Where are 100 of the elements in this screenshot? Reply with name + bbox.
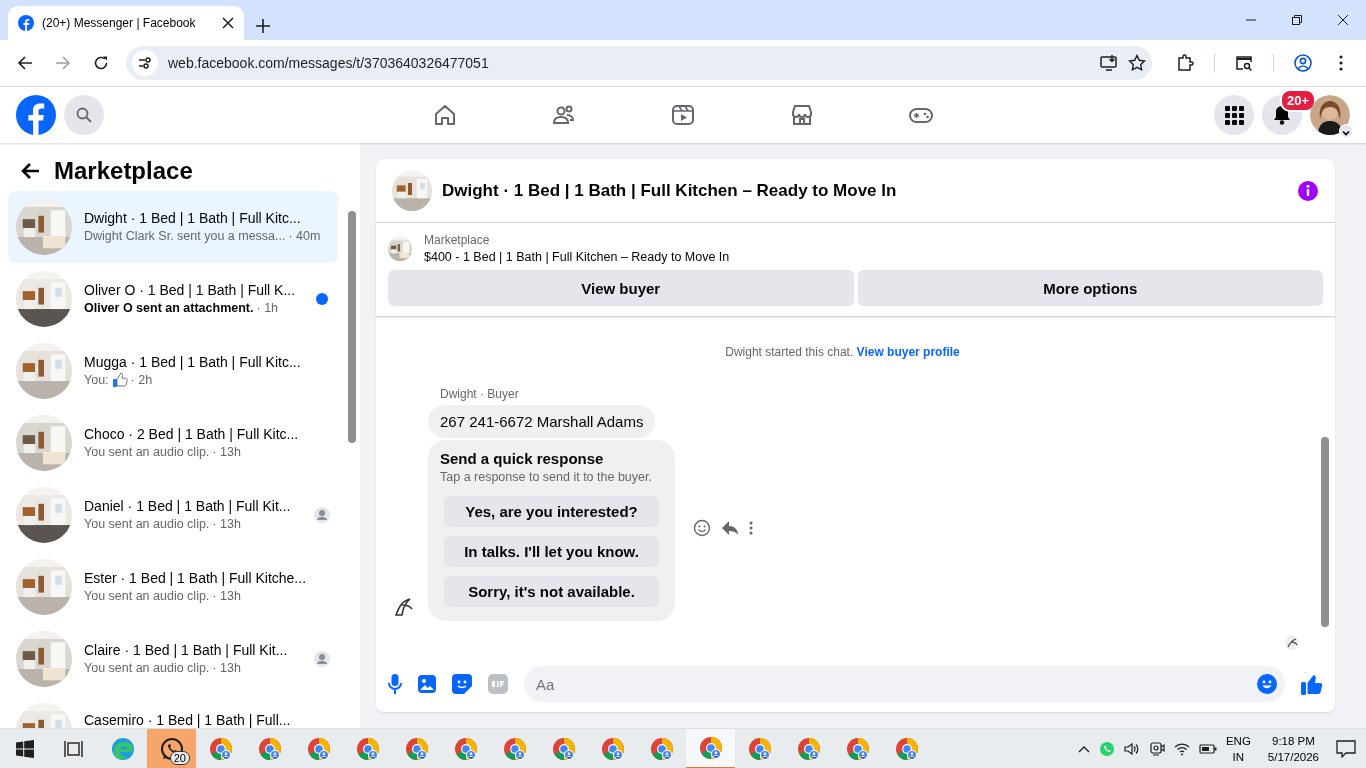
thumbs-up-icon[interactable] xyxy=(1301,673,1323,695)
message-time: · 13h xyxy=(212,516,241,533)
quick-reply-button[interactable]: Sorry, it's not available. xyxy=(444,576,659,607)
chrome-icon xyxy=(894,736,919,761)
restore-icon[interactable] xyxy=(1292,15,1302,25)
microphone-icon[interactable] xyxy=(388,674,402,694)
action-button[interactable]: More options xyxy=(857,270,1323,306)
language-label[interactable]: ENG xyxy=(1225,732,1251,749)
conversation-title: Claire · 1 Bed | 1 Bath | Full Kit... xyxy=(84,641,289,659)
home-icon[interactable] xyxy=(433,103,457,127)
battery-icon[interactable] xyxy=(1198,742,1217,755)
store-icon[interactable] xyxy=(790,103,814,127)
new-tab-icon[interactable] xyxy=(256,19,270,33)
message-time: · 13h xyxy=(212,588,241,605)
grid-icon xyxy=(1224,105,1244,125)
message-input[interactable]: Aa xyxy=(524,666,1285,702)
menu-button[interactable] xyxy=(1214,95,1254,135)
friends-icon[interactable] xyxy=(552,103,576,127)
site-settings-icon[interactable] xyxy=(138,56,152,70)
start-icon[interactable] xyxy=(15,739,34,758)
message-time: · 40m xyxy=(288,228,321,245)
conversation-item[interactable]: Choco · 2 Bed | 1 Bath | Full Kitc... You sent an audio clip. · 13h xyxy=(8,407,338,479)
conversation-item[interactable]: Ester · 1 Bed | 1 Bath | Full Kitche... You sent an audio clip. · 13h xyxy=(8,551,338,623)
tab-title: (20+) Messenger | Facebook xyxy=(42,16,197,30)
task-view-icon[interactable] xyxy=(63,739,84,758)
chrome-icon xyxy=(257,736,282,761)
clock-date[interactable]: 5/17/2026 xyxy=(1267,748,1319,765)
browser-tab[interactable]: (20+) Messenger | Facebook xyxy=(8,6,244,40)
taskbar-app[interactable] xyxy=(686,728,735,768)
message-time: · 1h xyxy=(256,300,279,317)
quick-response-hint: Tap a response to send it to the buyer. xyxy=(440,470,653,484)
chrome-icon xyxy=(796,736,821,761)
star-icon[interactable] xyxy=(1128,54,1146,72)
message-preview: You sent an audio clip. xyxy=(84,660,210,677)
facebook-logo[interactable] xyxy=(16,95,56,135)
conversation-title: Mugga · 1 Bed | 1 Bath | Full Kitc... xyxy=(84,353,302,371)
quick-response-title: Send a quick response xyxy=(440,450,605,467)
close-icon[interactable] xyxy=(222,17,234,29)
action-button[interactable]: View buyer xyxy=(388,270,854,306)
forward-icon[interactable] xyxy=(55,55,71,71)
quick-reply-button[interactable]: Yes, are you interested? xyxy=(444,496,659,527)
address-bar[interactable]: web.facebook.com/messages/t/3703640326477051 xyxy=(126,46,1152,80)
listing-title: $400 - 1 Bed | 1 Bath | Full Kitchen – Ready to Move In xyxy=(424,250,730,264)
sidebar-title: Marketplace xyxy=(54,157,193,185)
reload-icon[interactable] xyxy=(93,55,109,71)
notification-center-icon[interactable] xyxy=(1336,739,1356,758)
quick-reply-button[interactable]: In talks. I'll let you know. xyxy=(444,536,659,567)
message-time: · 2h xyxy=(130,372,153,389)
message-time: · 13h xyxy=(212,660,241,677)
chrome-icon xyxy=(453,736,478,761)
chrome-icon xyxy=(698,735,723,760)
unread-dot xyxy=(316,293,328,305)
emoji-icon[interactable] xyxy=(693,519,711,537)
chat-notice: Dwight started this chat. View buyer profile xyxy=(724,345,961,359)
conversation-item[interactable]: Daniel · 1 Bed | 1 Bath | Full Kit... You sent an audio clip. · 13h xyxy=(8,479,338,551)
reply-icon[interactable] xyxy=(721,520,739,536)
info-icon[interactable] xyxy=(1297,179,1319,202)
emoji-icon[interactable] xyxy=(1257,674,1277,694)
back-arrow-icon[interactable] xyxy=(20,162,40,180)
extensions-icon[interactable] xyxy=(1176,54,1194,72)
sender-label: Dwight · Buyer xyxy=(440,387,520,401)
conversation-title: Daniel · 1 Bed | 1 Bath | Full Kit... xyxy=(84,497,292,515)
message-preview: Oliver O sent an attachment. xyxy=(84,300,254,317)
facebook-icon xyxy=(18,15,34,31)
chat-app-icon xyxy=(159,736,184,761)
clock-time[interactable]: 9:18 PM xyxy=(1272,732,1315,749)
chrome-icon xyxy=(404,736,429,761)
search-tab-icon[interactable] xyxy=(1235,54,1253,72)
chrome-icon xyxy=(502,736,527,761)
menu-icon[interactable] xyxy=(1339,55,1343,71)
profile-link[interactable]: View buyer profile xyxy=(856,345,960,359)
volume-icon[interactable] xyxy=(1123,740,1140,757)
search-button[interactable] xyxy=(64,95,104,135)
conversation-item[interactable]: Mugga · 1 Bed | 1 Bath | Full Kitc... You: · 2h xyxy=(8,335,338,407)
message-preview: You: xyxy=(84,372,109,389)
chrome-icon xyxy=(600,736,625,761)
conversation-item[interactable]: Dwight · 1 Bed | 1 Bath | Full Kitc... Dwight Clark Sr. sent you a messa... · 40m xyxy=(8,191,338,263)
video-icon[interactable] xyxy=(671,103,695,127)
more-icon[interactable] xyxy=(749,521,753,535)
message-bubble: 267 241-6672 Marshall Adams xyxy=(428,405,656,438)
taskbar-app[interactable]: 20 xyxy=(147,728,196,768)
message-preview: You sent an audio clip. xyxy=(84,444,210,461)
chevron-up-icon[interactable] xyxy=(1077,744,1090,753)
region-label[interactable]: IN xyxy=(1232,748,1245,765)
message-preview: You sent an audio clip. xyxy=(84,588,210,605)
chrome-icon xyxy=(208,736,233,761)
profile-icon[interactable] xyxy=(1294,54,1312,72)
conversation-item[interactable]: Claire · 1 Bed | 1 Bath | Full Kit... You sent an audio clip. · 13h xyxy=(8,623,338,695)
profile-avatar[interactable] xyxy=(1310,95,1350,135)
chat-title: Dwight · 1 Bed | 1 Bath | Full Kitchen – Ready to Move In xyxy=(442,180,898,201)
back-icon[interactable] xyxy=(17,55,33,71)
image-icon[interactable] xyxy=(418,675,436,693)
chrome-icon xyxy=(845,736,870,761)
conversation-item[interactable]: Oliver O · 1 Bed | 1 Bath | Full K... Oliver O sent an attachment. · 1h xyxy=(8,263,338,335)
message-preview: Dwight Clark Sr. sent you a messa... xyxy=(84,228,286,245)
install-icon[interactable] xyxy=(1100,54,1118,72)
conversation-title: Dwight · 1 Bed | 1 Bath | Full Kitc... xyxy=(84,209,302,227)
chrome-icon xyxy=(306,736,331,761)
sticker-icon[interactable] xyxy=(452,674,472,694)
close-icon[interactable] xyxy=(1338,15,1348,25)
